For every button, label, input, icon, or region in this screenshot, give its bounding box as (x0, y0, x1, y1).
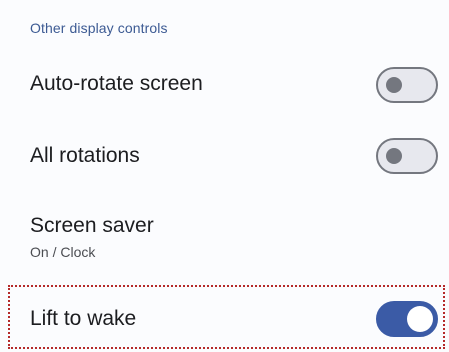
toggle-thumb (407, 306, 433, 332)
setting-title: All rotations (30, 144, 140, 167)
lift-to-wake-toggle[interactable] (376, 301, 438, 337)
setting-title: Lift to wake (30, 307, 137, 330)
setting-lift-to-wake[interactable]: Lift to wake (0, 292, 449, 344)
toggle-thumb (386, 77, 402, 93)
toggle-thumb (386, 148, 402, 164)
setting-summary: On / Clock (30, 244, 96, 260)
auto-rotate-toggle[interactable] (376, 67, 438, 103)
section-header: Other display controls (30, 20, 168, 36)
setting-title: Screen saver (30, 214, 154, 237)
setting-auto-rotate-screen[interactable]: Auto-rotate screen (0, 60, 449, 110)
setting-screen-saver[interactable]: Screen saver On / Clock (0, 206, 449, 266)
setting-all-rotations[interactable]: All rotations (0, 131, 449, 181)
all-rotations-toggle[interactable] (376, 138, 438, 174)
setting-title: Auto-rotate screen (30, 72, 203, 95)
